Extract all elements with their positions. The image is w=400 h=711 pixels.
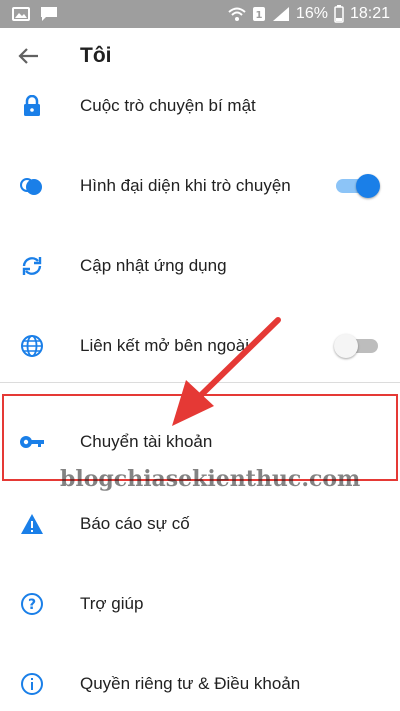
info-icon [19,671,45,697]
wifi-icon [228,6,246,22]
battery-percent: 16% [295,5,328,22]
data-saver-icon: 1 [252,6,266,22]
clock: 18:21 [349,5,390,22]
battery-icon [334,5,344,23]
setting-external-links[interactable]: Liên kết mở bên ngoài [0,306,400,386]
section-divider [0,382,400,383]
setting-label: Hình đại diện khi trò chuyện [80,176,291,195]
setting-label: Quyền riêng tư & Điều khoản [80,674,301,693]
signal-icon [272,6,290,22]
setting-label: Trợ giúp [80,594,144,613]
message-notification-icon [40,6,58,22]
svg-text:1: 1 [255,10,262,21]
setting-label: Báo cáo sự cố [80,514,190,533]
setting-label: Liên kết mở bên ngoài [80,336,249,355]
toggle-knob [334,334,358,358]
sync-icon [19,253,45,279]
globe-icon [19,333,45,359]
setting-chat-heads[interactable]: Hình đại diện khi trò chuyện [0,146,400,226]
toggle-knob [356,174,380,198]
status-bar: 1 16% 18:21 [0,0,400,28]
page-title: Tôi [80,44,112,67]
help-icon: ? [19,591,45,617]
external-links-toggle[interactable] [334,334,378,358]
setting-privacy-terms[interactable]: Quyền riêng tư & Điều khoản [0,644,400,711]
setting-secret-conversations[interactable]: Cuộc trò chuyện bí mật [0,66,400,146]
watermark: blogchiasekienthuc.com [60,466,361,492]
setting-help[interactable]: ? Trợ giúp [0,564,400,644]
warning-icon [19,511,45,537]
chat-heads-icon [19,173,45,199]
gallery-notification-icon [12,7,30,21]
chat-heads-toggle[interactable] [336,174,380,198]
setting-app-updates[interactable]: Cập nhật ứng dụng [0,226,400,306]
lock-icon [19,93,45,119]
svg-text:?: ? [28,597,36,613]
setting-label: Cập nhật ứng dụng [80,256,227,275]
setting-report-problem[interactable]: Báo cáo sự cố [0,484,400,564]
setting-label: Cuộc trò chuyện bí mật [80,96,256,115]
